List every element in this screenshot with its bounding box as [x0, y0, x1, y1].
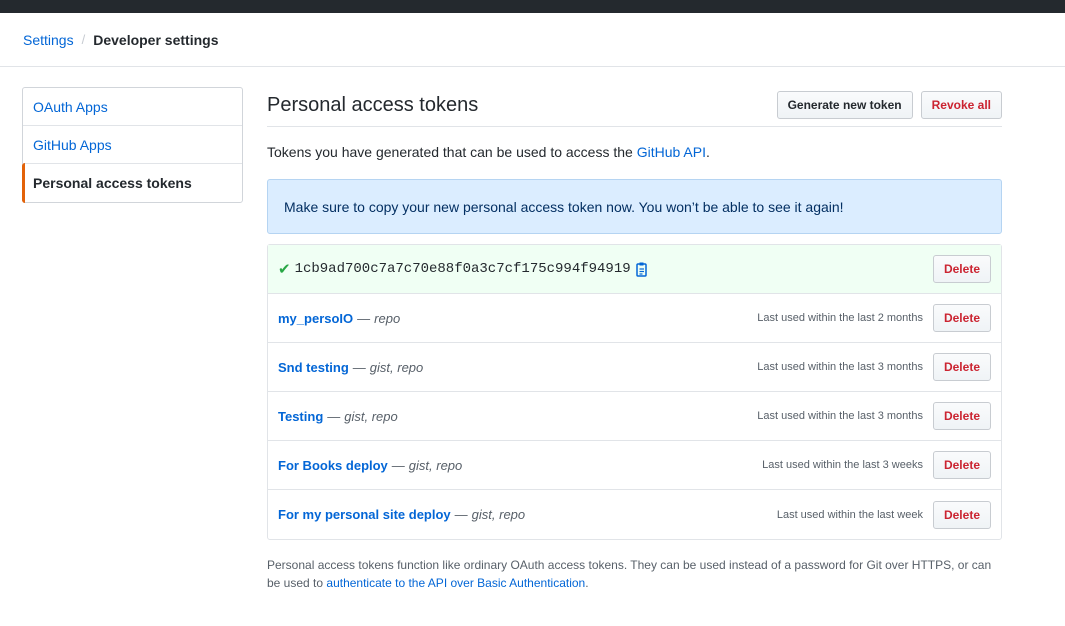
- token-name-link[interactable]: For Books deploy: [278, 458, 388, 473]
- breadcrumb-current: Developer settings: [93, 31, 219, 48]
- breadcrumb-separator: /: [81, 32, 86, 47]
- delete-button[interactable]: Delete: [932, 402, 991, 430]
- sidebar-item-github-apps[interactable]: GitHub Apps: [23, 126, 242, 164]
- token-row: For Books deploy — gist, repo Last used …: [268, 441, 1001, 490]
- header-buttons: Generate new token Revoke all: [776, 90, 1002, 119]
- delete-button[interactable]: Delete: [932, 304, 991, 332]
- token-scopes: gist, repo: [408, 457, 463, 473]
- delete-button[interactable]: Delete: [932, 353, 991, 381]
- sidebar-menu: OAuth Apps GitHub Apps Personal access t…: [22, 87, 243, 203]
- description-text: Tokens you have generated that can be us…: [267, 144, 1002, 160]
- new-token-value[interactable]: 1cb9ad700c7a7c70e88f0a3c7cf175c994f94919: [295, 261, 631, 277]
- github-api-link[interactable]: GitHub API: [637, 144, 706, 160]
- sidebar-item-oauth-apps[interactable]: OAuth Apps: [23, 88, 242, 126]
- token-list: ✔ 1cb9ad700c7a7c70e88f0a3c7cf175c994f949…: [267, 244, 1002, 540]
- generate-new-token-button[interactable]: Generate new token: [776, 90, 913, 119]
- breadcrumb: Settings / Developer settings: [0, 13, 1065, 67]
- token-row: Testing — gist, repo Last used within th…: [268, 392, 1001, 441]
- main-content: Personal access tokens Generate new toke…: [267, 87, 1002, 592]
- flash-notice: Make sure to copy your new personal acce…: [267, 179, 1002, 234]
- main-header: Personal access tokens Generate new toke…: [267, 87, 1002, 127]
- last-used-text: Last used within the last 3 weeks: [762, 459, 923, 471]
- token-separator: —: [391, 457, 405, 473]
- token-row: For my personal site deploy — gist, repo…: [268, 490, 1001, 539]
- last-used-text: Last used within the last 2 months: [757, 312, 923, 324]
- basic-auth-link[interactable]: authenticate to the API over Basic Authe…: [326, 576, 585, 590]
- footnote-text: Personal access tokens function like ord…: [267, 556, 1002, 592]
- footnote-suffix: .: [585, 576, 589, 590]
- token-name-link[interactable]: For my personal site deploy: [278, 507, 451, 522]
- new-token-row: ✔ 1cb9ad700c7a7c70e88f0a3c7cf175c994f949…: [268, 245, 1001, 294]
- token-separator: —: [357, 310, 371, 326]
- top-header-bar: [0, 0, 1065, 13]
- token-name-link[interactable]: my_persoIO: [278, 311, 353, 326]
- delete-button[interactable]: Delete: [932, 255, 991, 283]
- token-row: my_persoIO — repo Last used within the l…: [268, 294, 1001, 343]
- check-icon: ✔: [278, 261, 291, 278]
- token-separator: —: [454, 507, 468, 522]
- delete-button[interactable]: Delete: [932, 500, 991, 529]
- token-row: Snd testing — gist, repo Last used withi…: [268, 343, 1001, 392]
- clipboard-icon[interactable]: [635, 261, 649, 277]
- last-used-text: Last used within the last 3 months: [757, 361, 923, 373]
- sidebar-item-personal-access-tokens[interactable]: Personal access tokens: [22, 163, 242, 203]
- delete-button[interactable]: Delete: [932, 451, 991, 479]
- token-scopes: gist, repo: [471, 507, 526, 522]
- token-name-link[interactable]: Testing: [278, 409, 323, 424]
- last-used-text: Last used within the last 3 months: [757, 410, 923, 422]
- token-scopes: gist, repo: [344, 408, 398, 424]
- breadcrumb-settings-link[interactable]: Settings: [23, 32, 74, 48]
- token-scopes: gist, repo: [369, 359, 424, 375]
- last-used-text: Last used within the last week: [776, 508, 923, 521]
- description-prefix: Tokens you have generated that can be us…: [267, 144, 637, 160]
- token-separator: —: [327, 408, 341, 424]
- page-title: Personal access tokens: [267, 94, 479, 116]
- token-name-link[interactable]: Snd testing: [278, 360, 349, 375]
- revoke-all-button[interactable]: Revoke all: [920, 90, 1002, 119]
- token-scopes: repo: [374, 310, 401, 326]
- token-separator: —: [352, 359, 366, 375]
- description-suffix: .: [705, 144, 710, 160]
